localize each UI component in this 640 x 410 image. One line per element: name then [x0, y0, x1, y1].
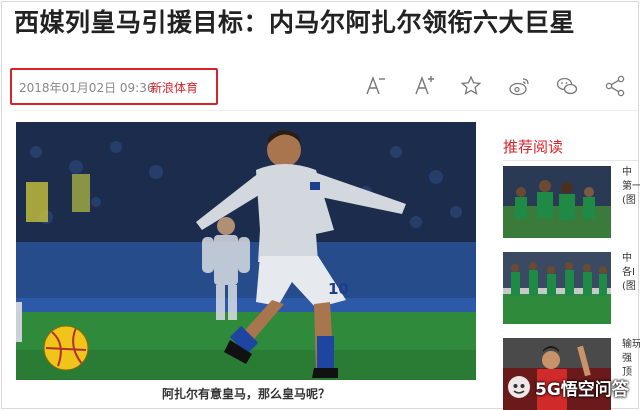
image-caption: 阿扎尔有意皇马，那么皇马呢？ — [161, 387, 330, 401]
recommended-title[interactable]: 中 各I (图 — [622, 252, 640, 294]
recommended-item[interactable]: 中 第一 (图 — [503, 166, 640, 238]
watermark: 5G悟空问答 — [506, 372, 640, 402]
recommended-heading: 推荐阅读 — [503, 138, 564, 156]
recommended-item[interactable]: 中 各I (图 — [503, 252, 638, 324]
article-title: 西媒列皇马引援目标：内马尔阿扎尔领衔六大巨星 — [14, 8, 576, 37]
source-link[interactable]: 新浪体育 — [150, 79, 198, 96]
weibo-share-icon[interactable] — [506, 73, 532, 99]
recommended-divider — [503, 160, 638, 161]
wechat-share-icon[interactable] — [554, 73, 580, 99]
recommended-thumbnail[interactable] — [503, 166, 611, 238]
favorite-star-icon[interactable] — [458, 73, 484, 99]
recommended-thumbnail[interactable] — [503, 252, 611, 324]
header-divider — [14, 110, 638, 111]
recommended-title[interactable]: 中 第一 (图 — [622, 166, 640, 208]
publish-date: 2018年01月02日 09:36 — [19, 81, 155, 95]
font-decrease-icon[interactable] — [362, 73, 388, 99]
article-meta-highlight: 2018年01月02日 09:36 新浪体育 — [10, 68, 218, 105]
font-increase-icon[interactable] — [411, 73, 437, 99]
svg-text:10: 10 — [328, 280, 349, 298]
watermark-text: 5G悟空问答 — [535, 379, 629, 400]
share-icon[interactable] — [602, 73, 628, 99]
wukong-logo-icon — [508, 376, 530, 398]
article-main-image[interactable]: 10 — [16, 122, 476, 380]
